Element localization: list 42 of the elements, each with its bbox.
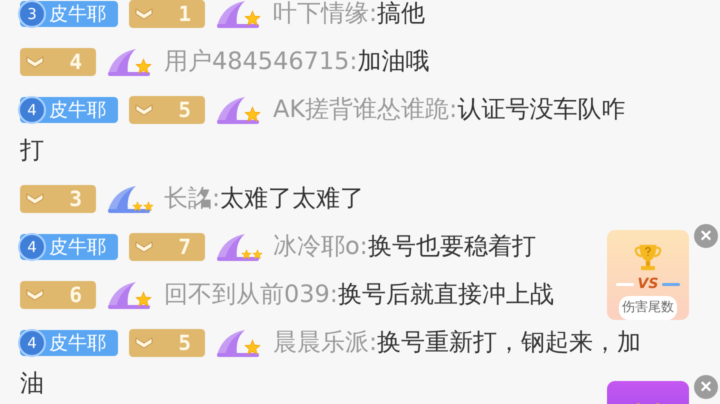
username[interactable]: AK搓背谁怂谁跪: (273, 95, 458, 123)
message-text: 打 (20, 135, 44, 166)
level-badge: 6 (20, 281, 96, 310)
username[interactable]: 用户484546715: (164, 47, 358, 75)
level-badge: 7 (129, 233, 205, 262)
message-text: 换号后就直接冲上战 (338, 280, 554, 308)
message-text: 换号重新打，钢起来，加 (377, 328, 642, 356)
star-icon (241, 249, 252, 260)
username[interactable]: 回不到从前039: (164, 280, 338, 308)
level-badge: 4 (20, 48, 96, 76)
star-icon (252, 249, 263, 260)
star-icon (143, 201, 154, 212)
star-icon (244, 106, 261, 124)
star-icon (244, 339, 261, 356)
username[interactable]: 冰冷耶o: (273, 232, 368, 260)
fan-badge: 4 皮牛耶 (20, 97, 118, 124)
username[interactable]: 晨晨乐派: (273, 328, 378, 356)
vs-label: VS (638, 276, 658, 292)
star-icon (244, 10, 261, 28)
level-badge: 5 (129, 329, 205, 358)
level-badge: 3 (20, 185, 96, 214)
message-text: 加油哦 (358, 47, 430, 75)
fan-badge: 4 皮牛耶 (20, 330, 118, 356)
close-button[interactable]: × (694, 375, 718, 399)
fan-badge: 3 皮牛耶 (20, 1, 118, 28)
pk-card[interactable]: VS 伤害尾数 (607, 230, 689, 320)
message-text: 太难了太难了 (220, 184, 364, 212)
pk-label: 伤害尾数 (619, 296, 677, 320)
level-badge: 5 (129, 96, 205, 124)
message-text: 换号也要稳着打 (368, 232, 536, 260)
message-text: 认证号没车队咋 (457, 95, 626, 123)
message-text: 搞他 (377, 0, 426, 27)
star-icon (135, 291, 152, 308)
level-badge: 1 (129, 0, 205, 28)
trophy-icon (633, 242, 663, 273)
fan-badge: 4 皮牛耶 (20, 234, 118, 260)
message-text: 油 (20, 368, 44, 399)
username[interactable]: 长詺: (164, 184, 220, 212)
star-icon (135, 58, 152, 76)
username[interactable]: 叶下情缘: (273, 0, 378, 27)
close-button[interactable]: × (694, 224, 718, 248)
star-icon (132, 201, 143, 212)
